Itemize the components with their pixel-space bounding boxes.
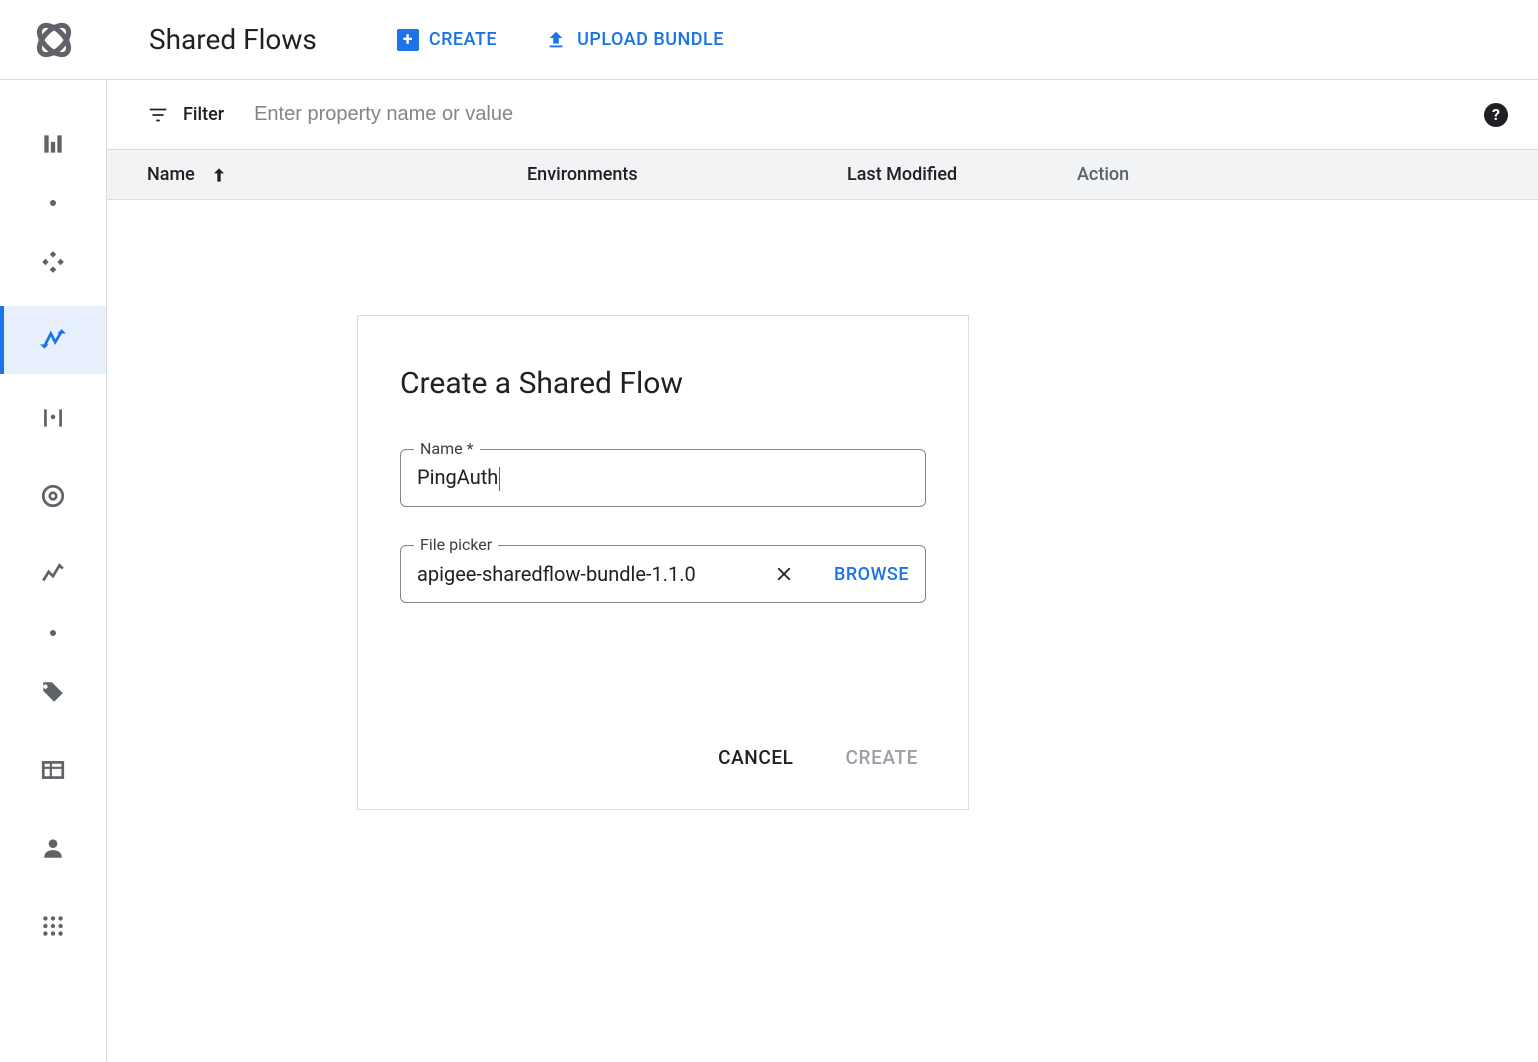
debug-icon xyxy=(40,483,66,509)
column-header-last-modified[interactable]: Last Modified xyxy=(847,164,1077,185)
sidebar-item-tag[interactable] xyxy=(0,658,106,726)
sidebar-item-shared-flows[interactable] xyxy=(0,306,106,374)
cancel-button[interactable]: CANCEL xyxy=(718,746,793,769)
filter-label: Filter xyxy=(183,104,224,125)
filter-bar: Filter ? xyxy=(107,80,1538,150)
sidebar-item-add-proxy[interactable] xyxy=(0,384,106,452)
sidebar-item-dashboard[interactable] xyxy=(0,110,106,178)
modal-actions: CANCEL CREATE xyxy=(400,746,926,779)
develop-icon xyxy=(40,249,66,275)
sort-asc-icon xyxy=(209,165,229,185)
modal-title: Create a Shared Flow xyxy=(400,366,926,401)
dot-icon xyxy=(50,630,56,636)
sidebar-item-apps[interactable] xyxy=(0,892,106,960)
create-shared-flow-modal: Create a Shared Flow Name * PingAuth Fil… xyxy=(357,315,969,810)
name-value: PingAuth xyxy=(417,465,909,491)
column-header-environments[interactable]: Environments xyxy=(527,164,847,185)
table-view-icon xyxy=(40,757,66,783)
apps-icon xyxy=(40,913,66,939)
sidebar-item-dot-a[interactable] xyxy=(0,188,106,218)
help-icon[interactable]: ? xyxy=(1484,103,1508,127)
name-field-wrap: Name * PingAuth xyxy=(400,449,926,507)
header-actions: + CREATE UPLOAD BUNDLE xyxy=(397,29,724,51)
close-icon xyxy=(773,563,795,585)
add-proxy-icon xyxy=(40,405,66,431)
analytics-icon xyxy=(40,561,66,587)
th-name-text: Name xyxy=(147,164,195,185)
logo-area xyxy=(0,0,107,80)
column-header-name[interactable]: Name xyxy=(147,164,527,185)
file-value: apigee-sharedflow-bundle-1.1.0 xyxy=(417,562,762,586)
sidebar-item-debug[interactable] xyxy=(0,462,106,530)
filter-label-wrap: Filter xyxy=(147,104,224,126)
sidebar xyxy=(0,80,107,1062)
page-title: Shared Flows xyxy=(149,23,317,56)
clear-file-button[interactable] xyxy=(772,562,796,586)
apigee-logo-icon xyxy=(30,16,78,64)
tag-icon xyxy=(40,679,66,705)
file-picker-wrap: File picker apigee-sharedflow-bundle-1.1… xyxy=(400,545,926,603)
plus-icon: + xyxy=(397,29,419,51)
dot-icon xyxy=(50,200,56,206)
dashboard-icon xyxy=(40,131,66,157)
sidebar-item-table[interactable] xyxy=(0,736,106,804)
shared-flows-icon xyxy=(40,327,66,353)
modal-create-button[interactable]: CREATE xyxy=(846,746,918,769)
page-header: Shared Flows + CREATE UPLOAD BUNDLE xyxy=(107,0,1538,80)
user-icon xyxy=(40,835,66,861)
upload-bundle-button[interactable]: UPLOAD BUNDLE xyxy=(545,29,724,51)
filter-icon xyxy=(147,104,169,126)
sidebar-item-user[interactable] xyxy=(0,814,106,882)
sidebar-item-analytics[interactable] xyxy=(0,540,106,608)
upload-icon xyxy=(545,29,567,51)
table-header: Name Environments Last Modified Action xyxy=(107,150,1538,200)
sidebar-item-develop[interactable] xyxy=(0,228,106,296)
name-field-label: Name * xyxy=(414,439,480,458)
upload-label: UPLOAD BUNDLE xyxy=(577,29,724,50)
filter-input[interactable] xyxy=(254,103,1484,126)
create-label: CREATE xyxy=(429,29,497,50)
column-header-action: Action xyxy=(1077,164,1129,185)
file-picker-label: File picker xyxy=(414,535,498,554)
create-button[interactable]: + CREATE xyxy=(397,29,497,51)
sidebar-item-dot-b[interactable] xyxy=(0,618,106,648)
browse-button[interactable]: BROWSE xyxy=(834,564,909,585)
